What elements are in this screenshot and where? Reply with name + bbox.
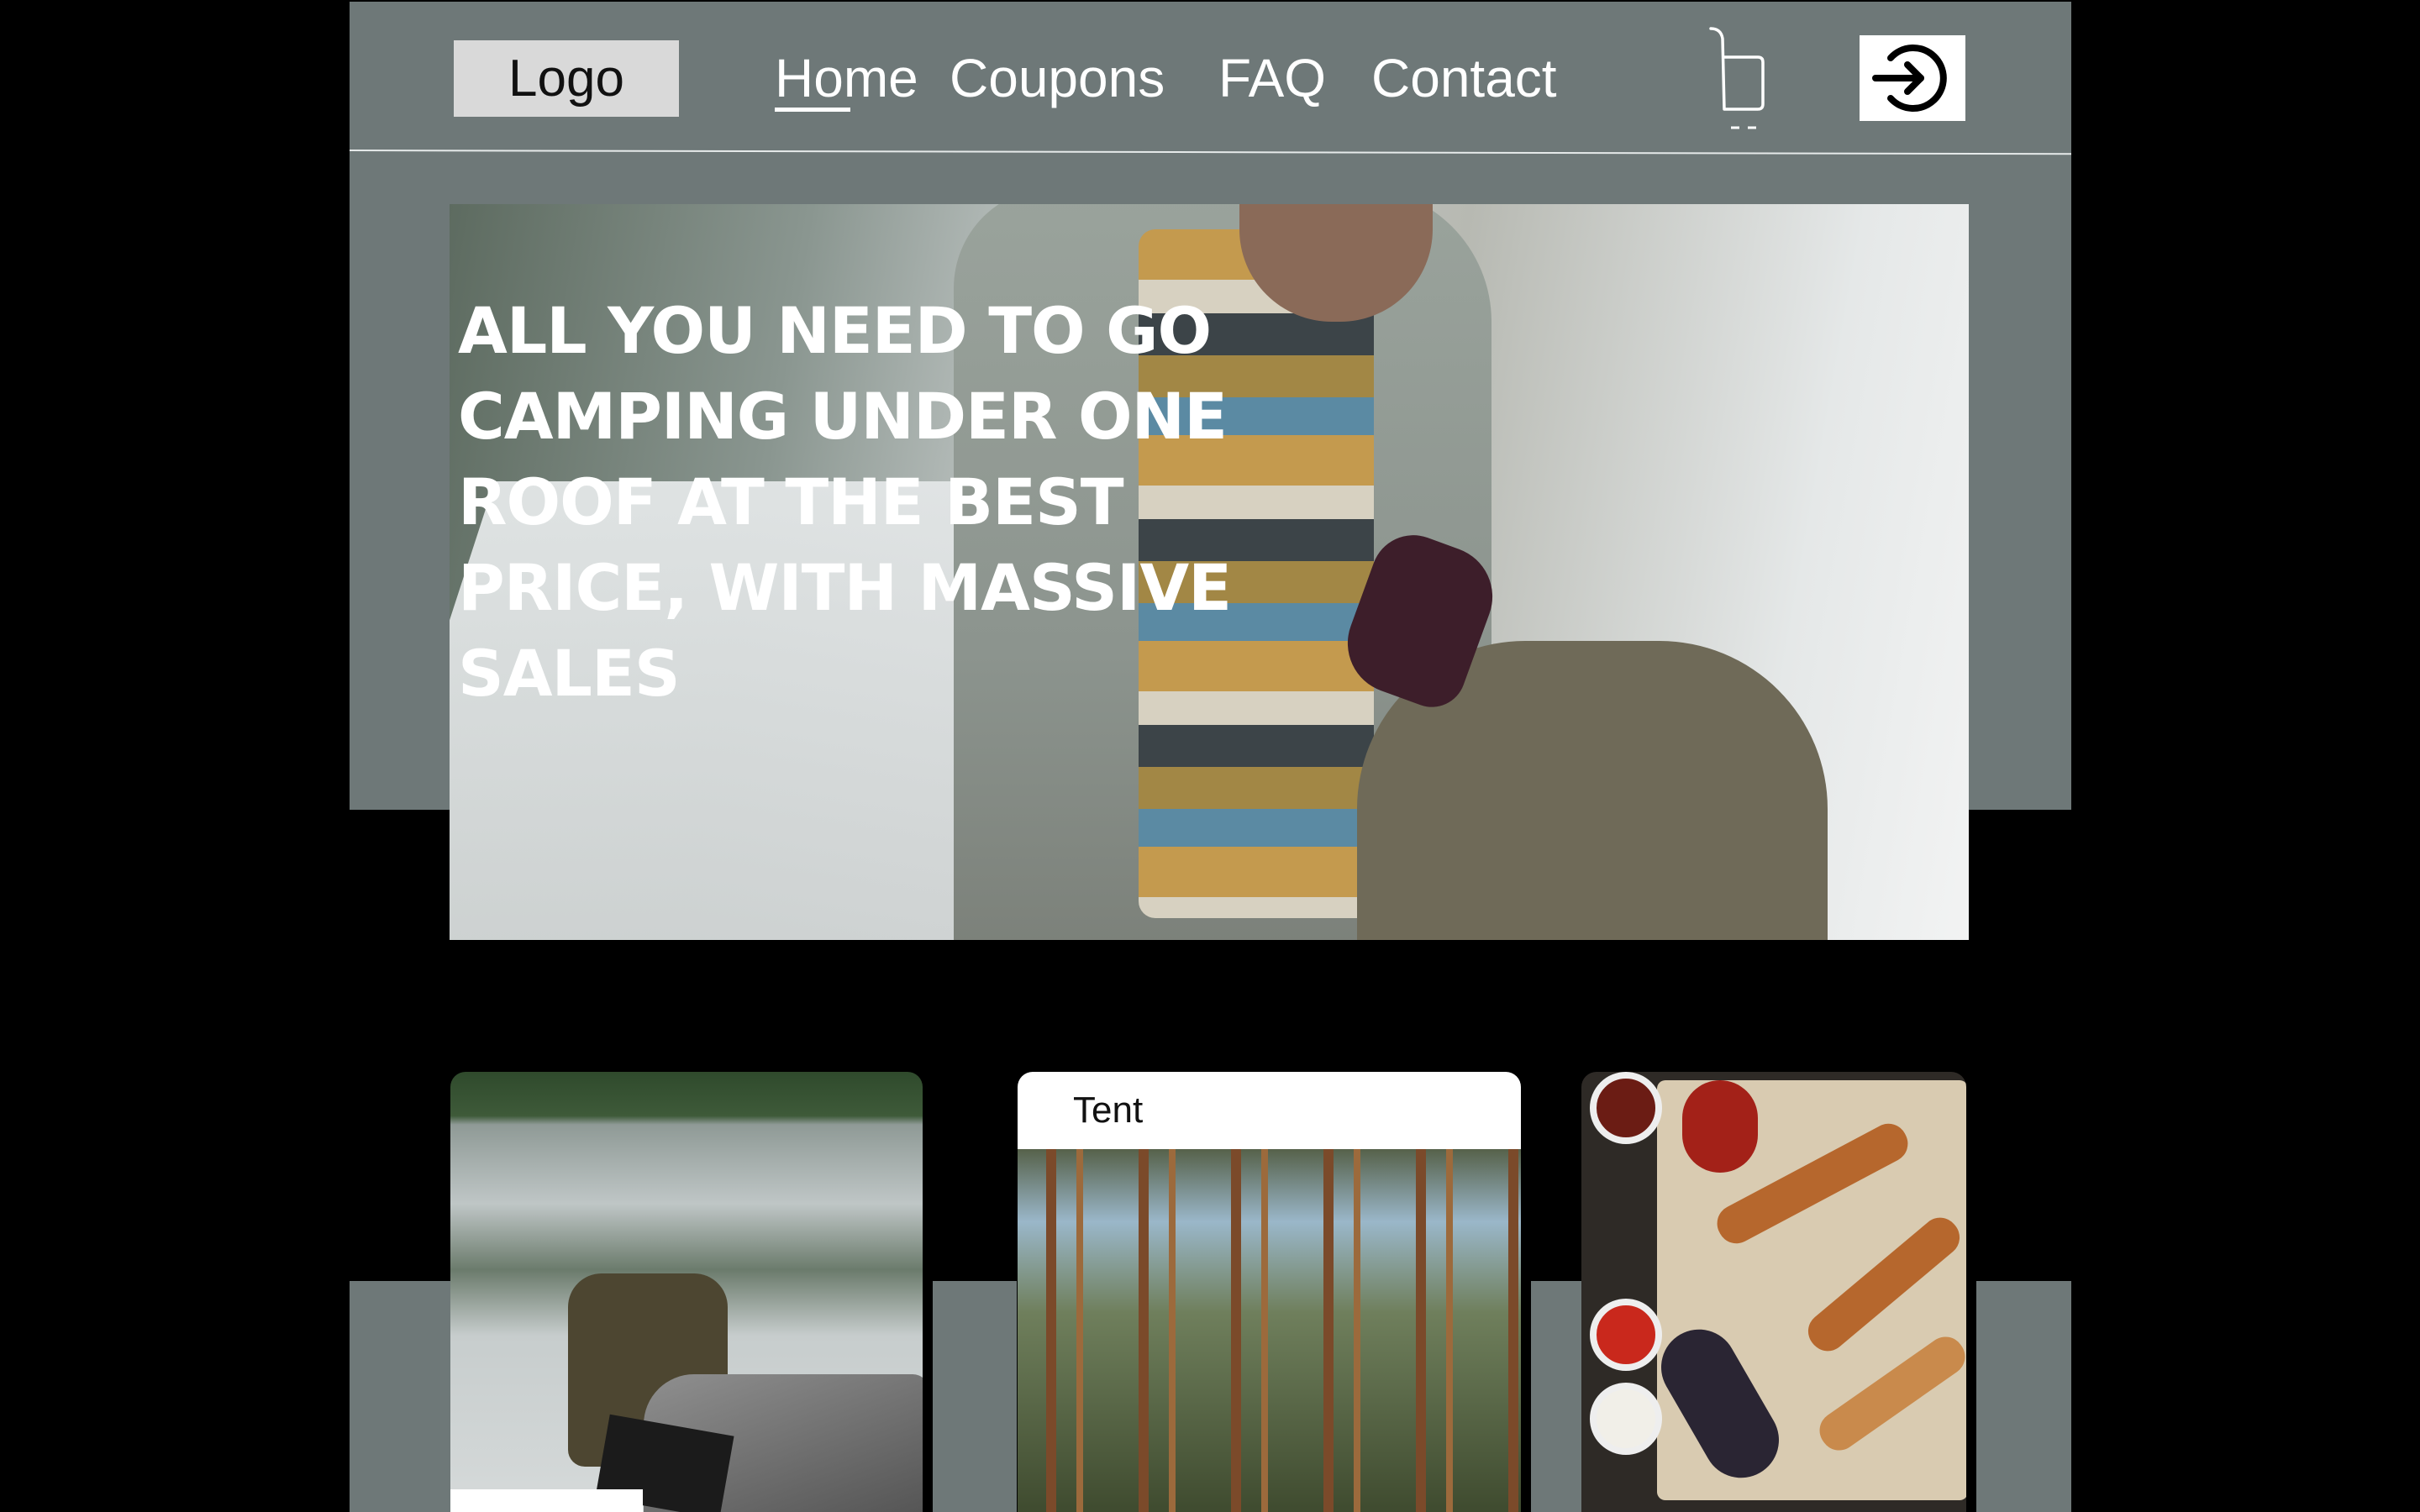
hero-heading: ALL YOU NEED TO GO CAMPING UNDER ONE ROO… <box>458 293 1232 711</box>
lower-band-mid-right <box>1531 1281 1581 1512</box>
logo-label: Logo <box>508 50 624 108</box>
sauce-bowl-shape <box>1590 1072 1662 1144</box>
category-card-food[interactable] <box>1581 1072 1966 1512</box>
active-nav-underline <box>775 108 850 112</box>
lower-band-mid-left <box>933 1281 1017 1512</box>
nav-item-home[interactable]: Home <box>775 40 918 116</box>
hero-banner-image: ALL YOU NEED TO GO CAMPING UNDER ONE ROO… <box>450 204 1969 940</box>
category-card-backpack[interactable] <box>450 1072 923 1512</box>
logo[interactable]: Logo <box>454 40 679 117</box>
card-label-strip <box>450 1489 643 1512</box>
grilled-pepper-shape <box>1682 1080 1758 1173</box>
login-button[interactable] <box>1860 35 1965 121</box>
nav-item-contact[interactable]: Contact <box>1371 40 1557 116</box>
lower-band-left <box>350 1281 450 1512</box>
shopping-cart-icon[interactable] <box>1702 25 1770 134</box>
category-card-tent[interactable]: Tent <box>1018 1072 1521 1512</box>
page-frame: Logo Home Coupons FAQ Contact ALL YOU NE… <box>0 0 2420 1512</box>
nav-item-coupons[interactable]: Coupons <box>950 40 1165 116</box>
forest-image <box>1018 1149 1521 1512</box>
sauce-bowl-shape <box>1590 1299 1662 1371</box>
sauce-bowl-shape <box>1590 1383 1662 1455</box>
lower-band-right <box>1976 1281 2071 1512</box>
login-arrow-icon <box>1872 45 1947 112</box>
nav-item-faq[interactable]: FAQ <box>1218 40 1326 116</box>
category-card-title: Tent <box>1073 1089 1144 1131</box>
